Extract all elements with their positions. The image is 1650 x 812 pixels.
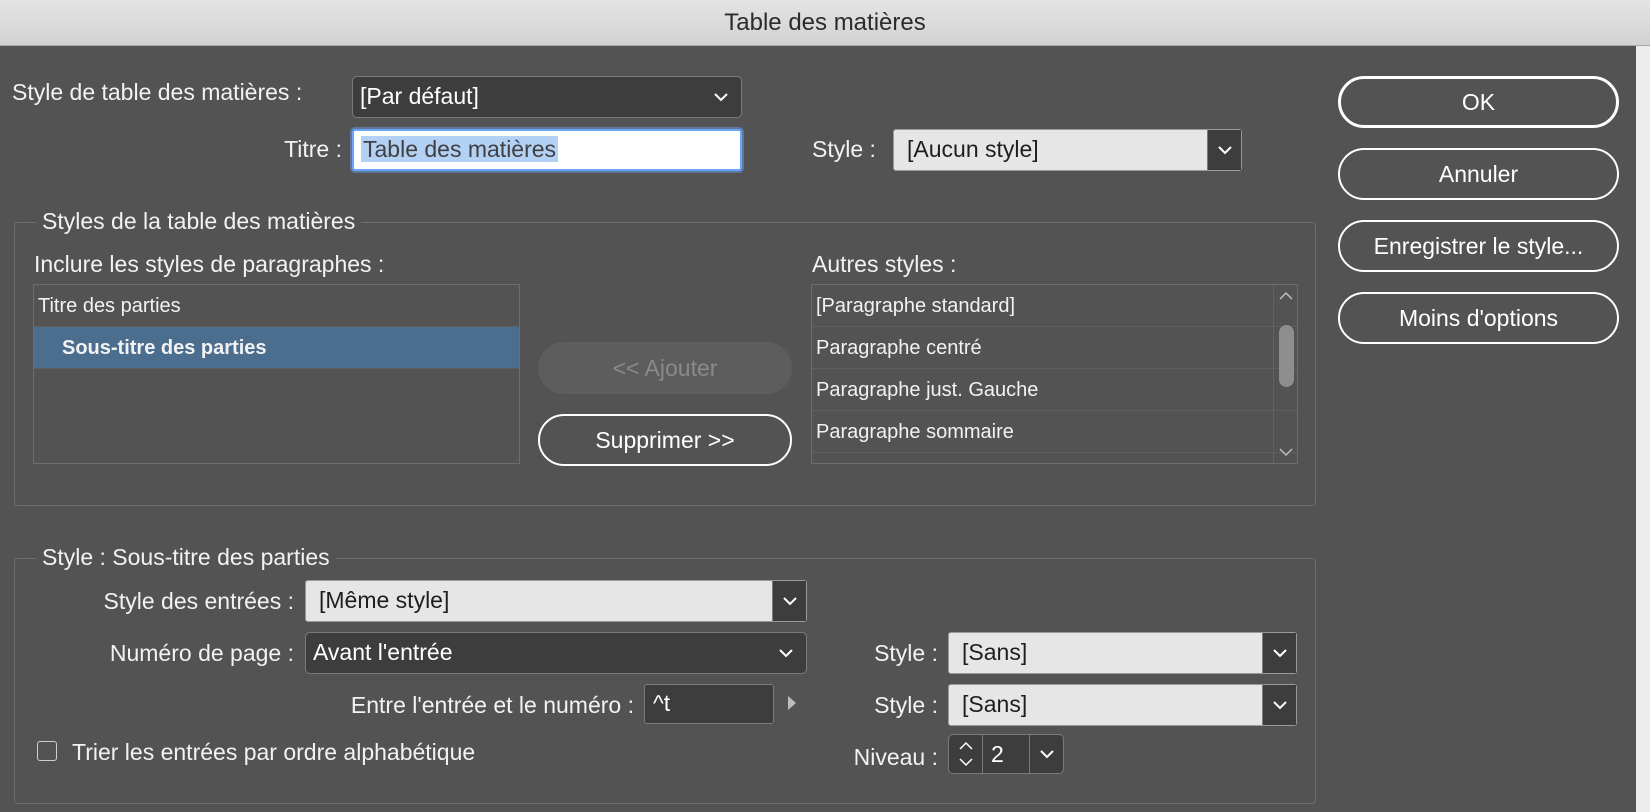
- decrement-icon[interactable]: [959, 758, 973, 767]
- scrollbar-thumb[interactable]: [1279, 325, 1294, 387]
- chevron-down-icon: [1262, 633, 1296, 673]
- include-styles-label: Inclure les styles de paragraphes :: [34, 251, 385, 277]
- toc-style-value: [Par défaut]: [360, 83, 479, 109]
- remove-button[interactable]: Supprimer >>: [538, 414, 792, 466]
- scroll-down-icon[interactable]: [1279, 448, 1293, 457]
- save-style-button[interactable]: Enregistrer le style...: [1338, 220, 1619, 272]
- window-title: Table des matières: [0, 0, 1650, 46]
- level-stepper[interactable]: 2: [948, 734, 1064, 774]
- increment-icon[interactable]: [959, 741, 973, 750]
- chevron-down-icon: [709, 77, 733, 117]
- cancel-button[interactable]: Annuler: [1338, 148, 1619, 200]
- page-number-style-label: Style :: [874, 640, 938, 666]
- title-style-value: [Aucun style]: [907, 136, 1039, 162]
- title-style-label: Style :: [812, 136, 876, 162]
- sort-alphabetically-checkbox[interactable]: [37, 741, 57, 761]
- scrollbar[interactable]: [1273, 285, 1297, 463]
- toc-style-dropdown[interactable]: [Par défaut]: [352, 76, 742, 118]
- title-input-value: Table des matières: [361, 136, 559, 162]
- chevron-down-icon: [1040, 750, 1054, 759]
- chevron-down-icon: [1262, 685, 1296, 725]
- include-styles-list[interactable]: Titre des parties Sous-titre des parties: [33, 284, 520, 464]
- list-item-selected[interactable]: Sous-titre des parties: [34, 327, 519, 369]
- sort-alphabetically-label: Trier les entrées par ordre alphabétique: [72, 739, 476, 765]
- other-styles-list[interactable]: [Paragraphe standard] Paragraphe centré …: [811, 284, 1298, 464]
- style-group-title: Style : Sous-titre des parties: [36, 544, 336, 571]
- between-style-value: [Sans]: [962, 691, 1028, 717]
- scroll-up-icon[interactable]: [1279, 291, 1293, 300]
- chevron-down-icon: [774, 633, 798, 673]
- add-button[interactable]: << Ajouter: [538, 342, 792, 394]
- level-dropdown-toggle[interactable]: [1029, 735, 1064, 773]
- level-spin-buttons[interactable]: [949, 735, 983, 773]
- fewer-options-button[interactable]: Moins d'options: [1338, 292, 1619, 344]
- chevron-down-icon: [772, 581, 806, 621]
- page-number-value: Avant l'entrée: [313, 639, 453, 665]
- chevron-down-icon: [1207, 130, 1241, 170]
- page-number-style-dropdown[interactable]: [Sans]: [948, 632, 1297, 674]
- title-input[interactable]: Table des matières: [352, 129, 742, 171]
- title-label: Titre :: [284, 136, 342, 162]
- between-input[interactable]: ^t: [644, 684, 774, 724]
- level-label: Niveau :: [853, 744, 938, 770]
- list-item[interactable]: Titre des parties: [34, 285, 519, 327]
- special-chars-menu-icon[interactable]: [786, 694, 798, 712]
- list-item[interactable]: [Paragraphe standard]: [812, 285, 1297, 327]
- page-number-dropdown[interactable]: Avant l'entrée: [305, 632, 807, 674]
- ok-button[interactable]: OK: [1338, 76, 1619, 128]
- level-value: 2: [991, 741, 1004, 767]
- between-style-dropdown[interactable]: [Sans]: [948, 684, 1297, 726]
- between-style-label: Style :: [874, 692, 938, 718]
- list-item[interactable]: Paragraphe sommaire: [812, 411, 1297, 453]
- entry-style-value: [Même style]: [319, 587, 450, 613]
- page-number-style-value: [Sans]: [962, 639, 1028, 665]
- window-edge: [1636, 46, 1650, 812]
- list-item[interactable]: Paragraphe just. Gauche: [812, 369, 1297, 411]
- title-style-dropdown[interactable]: [Aucun style]: [893, 129, 1242, 171]
- list-item[interactable]: Paragraphe centré: [812, 327, 1297, 369]
- entry-style-label: Style des entrées :: [103, 588, 295, 614]
- page-number-label: Numéro de page :: [109, 640, 294, 666]
- entry-style-dropdown[interactable]: [Même style]: [305, 580, 807, 622]
- other-styles-label: Autres styles :: [812, 251, 957, 277]
- between-label: Entre l'entrée et le numéro :: [350, 692, 634, 718]
- styles-group-title: Styles de la table des matières: [36, 208, 362, 235]
- toc-style-label: Style de table des matières :: [12, 79, 303, 105]
- between-value: ^t: [653, 690, 671, 716]
